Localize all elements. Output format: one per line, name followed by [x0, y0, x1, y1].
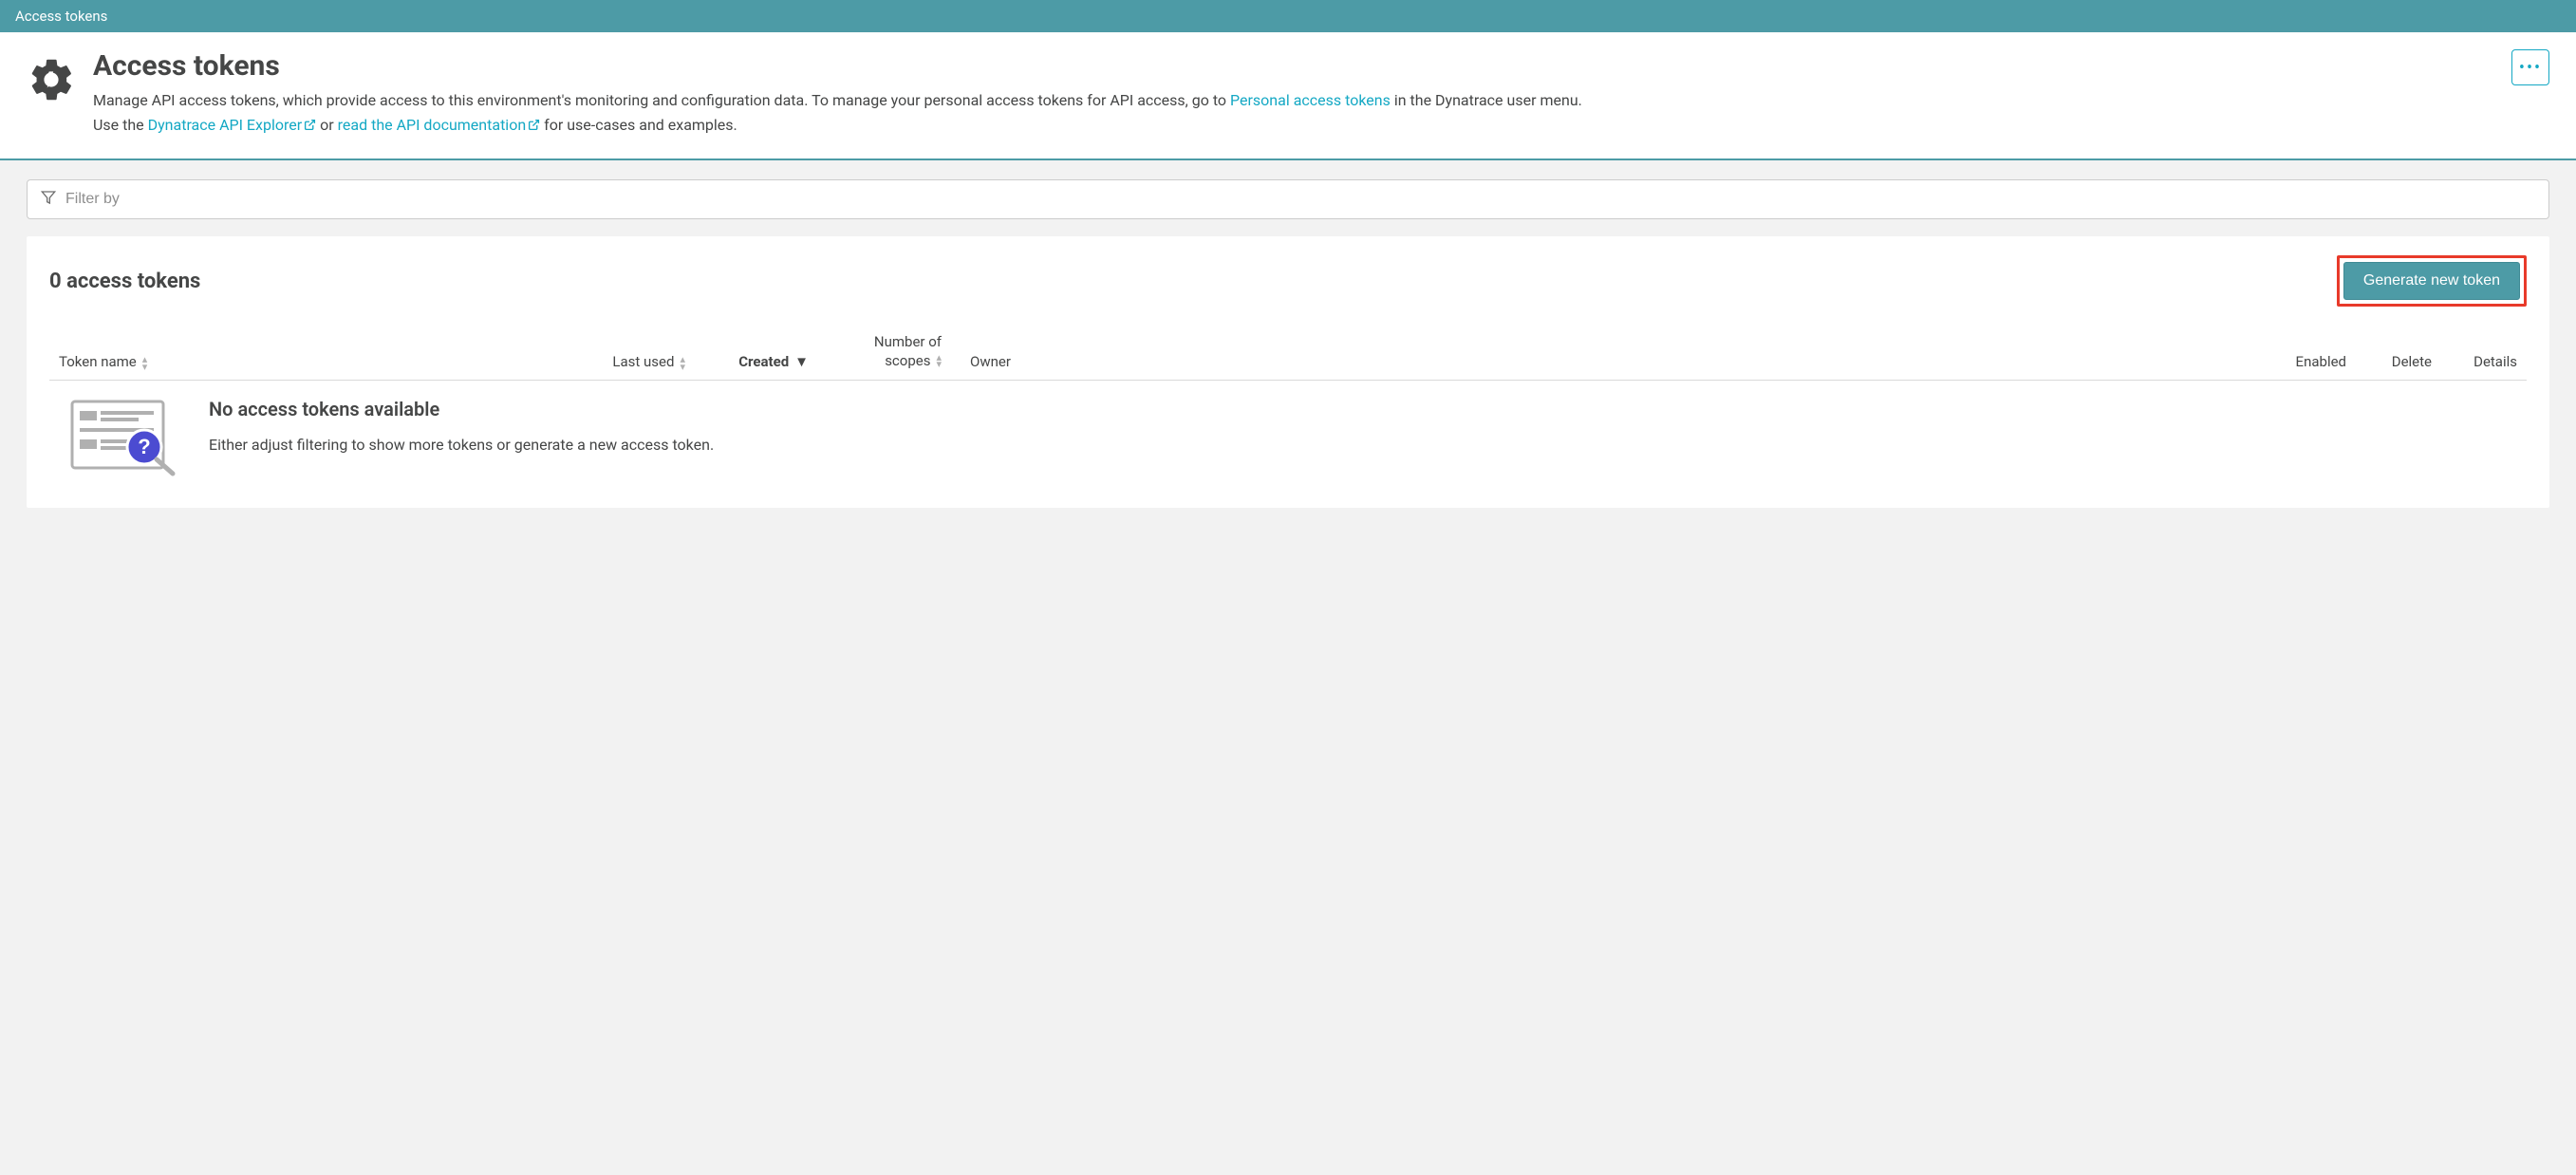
panel-head: 0 access tokens Generate new token — [49, 255, 2527, 307]
desc-text-1a: Manage API access tokens, which provide … — [93, 91, 1230, 109]
column-label: Delete — [2392, 353, 2432, 370]
filter-input[interactable] — [65, 191, 2535, 208]
column-details: Details — [2432, 333, 2517, 370]
column-label: Details — [2473, 353, 2517, 370]
column-label: Created — [738, 353, 789, 370]
column-label: Last used — [612, 353, 674, 370]
column-label-line2: scopes — [885, 352, 930, 371]
generate-new-token-button[interactable]: Generate new token — [2343, 262, 2520, 300]
table-header-row: Token name ▴▾ Last used ▴▾ Created ▼ Num… — [49, 327, 2527, 381]
top-bar: Access tokens — [0, 0, 2576, 32]
top-bar-title: Access tokens — [15, 8, 107, 25]
filter-bar[interactable] — [27, 179, 2549, 219]
tokens-panel: 0 access tokens Generate new token Token… — [27, 236, 2549, 508]
filter-icon — [41, 190, 56, 209]
empty-state-text: No access tokens available Either adjust… — [209, 398, 714, 481]
empty-state: ? No access tokens available Either adju… — [49, 381, 2527, 481]
column-label-line1: Number of — [874, 333, 942, 352]
column-enabled: Enabled — [2261, 333, 2346, 370]
content-area: 0 access tokens Generate new token Token… — [0, 160, 2576, 527]
desc-text-2a: Use the — [93, 116, 148, 134]
column-created[interactable]: Created ▼ — [685, 333, 809, 370]
column-delete: Delete — [2346, 333, 2432, 370]
column-owner: Owner — [942, 333, 1055, 370]
tokens-gear-icon — [27, 55, 76, 108]
column-label: Token name — [59, 353, 137, 370]
page-header-text: Access tokens Manage API access tokens, … — [93, 49, 2549, 138]
svg-text:?: ? — [138, 435, 150, 458]
desc-text-2b: or — [316, 116, 337, 134]
column-token-name[interactable]: Token name ▴▾ — [59, 333, 571, 370]
column-number-of-scopes[interactable]: Number of scopes ▴▾ — [809, 333, 942, 370]
api-explorer-link[interactable]: Dynatrace API Explorer — [148, 116, 317, 134]
personal-access-tokens-link[interactable]: Personal access tokens — [1230, 91, 1391, 109]
desc-text-1b: in the Dynatrace user menu. — [1391, 91, 1582, 109]
desc-text-2c: for use-cases and examples. — [540, 116, 737, 134]
empty-state-title: No access tokens available — [209, 398, 714, 420]
external-link-icon — [528, 114, 540, 139]
generate-button-highlight: Generate new token — [2337, 255, 2527, 307]
sort-desc-icon: ▼ — [794, 353, 809, 370]
empty-state-message: Either adjust filtering to show more tok… — [209, 436, 714, 454]
empty-state-illustration-icon: ? — [66, 398, 180, 481]
column-label: Owner — [970, 353, 1011, 370]
token-count-title: 0 access tokens — [49, 270, 200, 293]
column-label: Enabled — [2296, 353, 2346, 370]
page-title: Access tokens — [93, 49, 2549, 83]
page-header: Access tokens Manage API access tokens, … — [0, 32, 2576, 160]
column-last-used[interactable]: Last used ▴▾ — [571, 333, 685, 370]
external-link-icon — [304, 114, 316, 139]
column-spacer — [1055, 333, 2261, 370]
more-actions-button[interactable]: ••• — [2511, 49, 2549, 85]
page-description: Manage API access tokens, which provide … — [93, 88, 2549, 138]
more-dots-icon: ••• — [2519, 58, 2542, 78]
api-documentation-link[interactable]: read the API documentation — [338, 116, 541, 134]
sort-icon: ▴▾ — [142, 356, 148, 370]
